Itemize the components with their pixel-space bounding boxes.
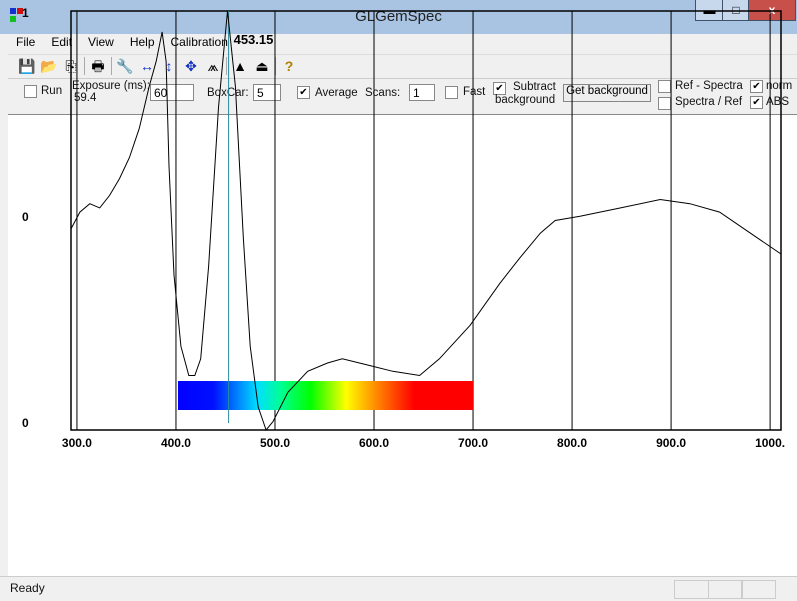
status-text: Ready [10, 581, 45, 595]
peak-marker-label: 453.15 [234, 32, 274, 47]
status-panel [708, 580, 743, 599]
x-tick-label: 600.0 [359, 436, 389, 450]
y-tick-label: 0 [22, 210, 29, 224]
x-tick-label: 400.0 [161, 436, 191, 450]
y-tick-label: 1 [22, 6, 29, 20]
x-tick-label: 800.0 [557, 436, 587, 450]
status-panel [674, 580, 709, 599]
status-bar: Ready [0, 576, 797, 601]
spectrum-plot-area[interactable]: 300.0 400.0 500.0 600.0 700.0 800.0 900.0 1000.… [8, 6, 797, 577]
spectrum-line [70, 10, 782, 432]
app-window: GLGemSpec ▬ □ x File Edit View Help Calibrat… [0, 0, 797, 601]
status-panel [741, 580, 776, 599]
visible-spectrum-band [177, 381, 474, 410]
x-tick-label: 900.0 [656, 436, 686, 450]
x-tick-label: 500.0 [260, 436, 290, 450]
y-tick-label: 0 [22, 416, 29, 430]
x-tick-label: 700.0 [458, 436, 488, 450]
plot-frame [70, 10, 782, 431]
x-tick-label: 300.0 [62, 436, 92, 450]
x-tick-label: 1000. [755, 436, 785, 450]
